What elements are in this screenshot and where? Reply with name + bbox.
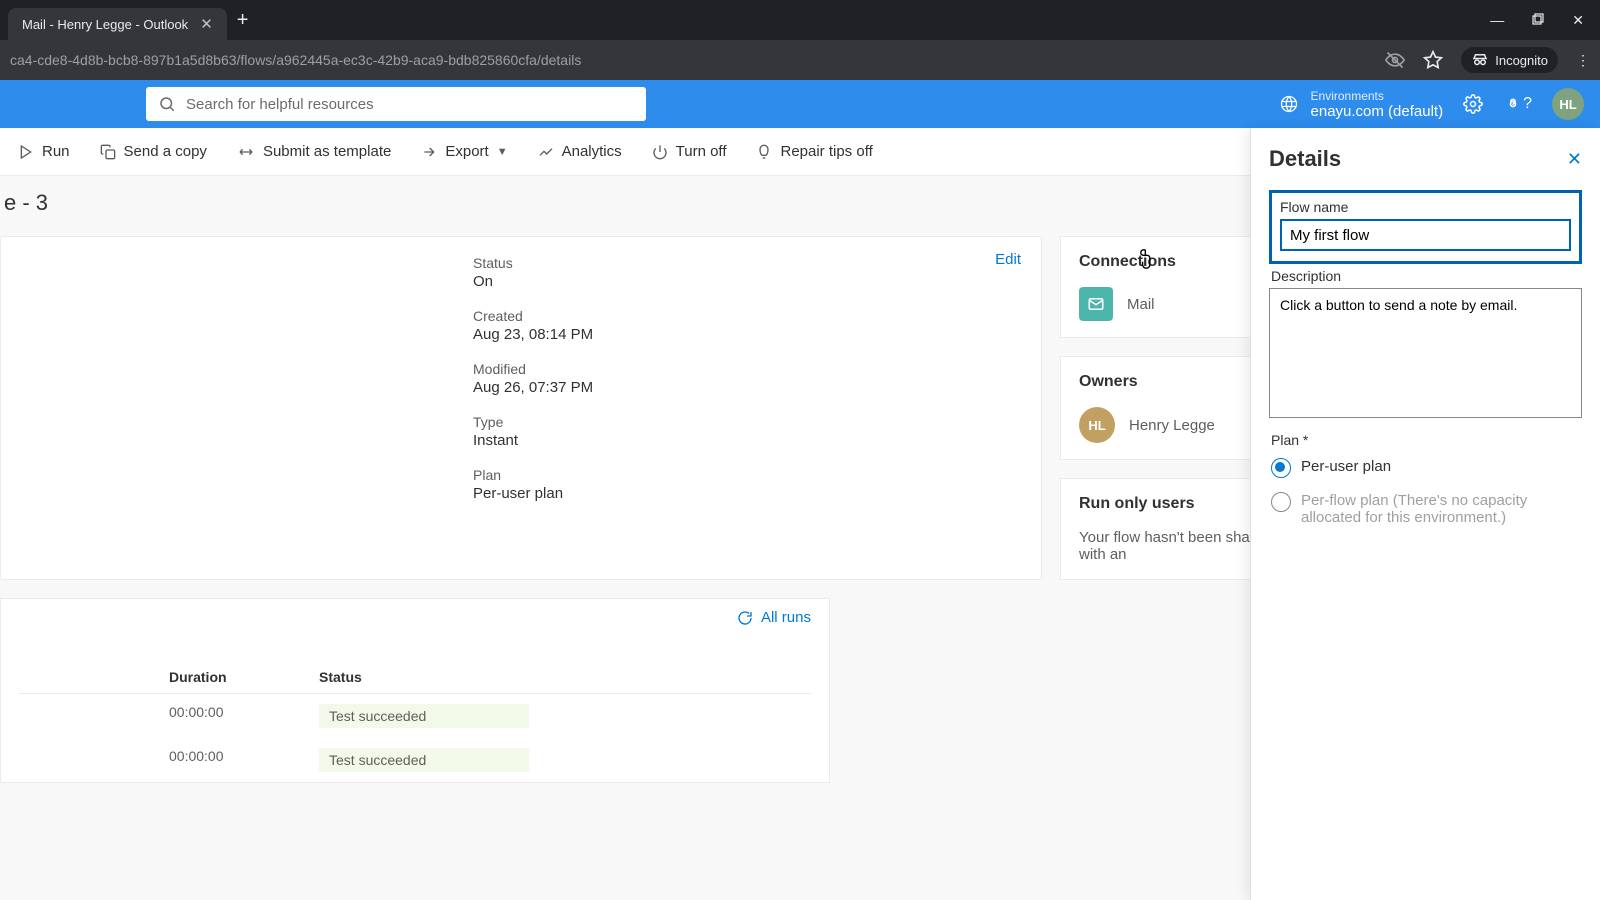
environment-picker[interactable]: Environments enayu.com (default) xyxy=(1279,89,1444,120)
owner-avatar: HL xyxy=(1079,407,1115,443)
export-button[interactable]: Export ▼ xyxy=(411,137,517,166)
description-input[interactable] xyxy=(1269,288,1582,418)
table-row[interactable]: 00:00:00 Test succeeded xyxy=(19,738,811,782)
window-controls: — ✕ xyxy=(1490,12,1592,29)
gear-icon[interactable] xyxy=(1463,94,1483,114)
status-label: Status xyxy=(473,255,1019,271)
connection-label: Mail xyxy=(1127,296,1155,313)
plan-option-per-user[interactable]: Per-user plan xyxy=(1269,458,1582,478)
submit-template-label: Submit as template xyxy=(263,143,391,160)
plan-value: Per-user plan xyxy=(473,485,1019,502)
created-label: Created xyxy=(473,308,1019,324)
close-panel-icon[interactable]: ✕ xyxy=(1567,149,1582,170)
cell-duration: 00:00:00 xyxy=(169,704,319,728)
owner-name: Henry Legge xyxy=(1129,417,1215,434)
details-panel: Details ✕ Flow name Description Plan * P… xyxy=(1250,128,1600,900)
runs-header-row: Duration Status xyxy=(19,661,811,694)
all-runs-label: All runs xyxy=(761,609,811,626)
chevron-down-icon: ▼ xyxy=(497,146,508,158)
flow-name-input[interactable] xyxy=(1280,219,1571,251)
all-runs-button[interactable]: All runs xyxy=(737,609,811,626)
modified-label: Modified xyxy=(473,361,1019,377)
search-input[interactable]: Search for helpful resources xyxy=(146,87,646,121)
cell-status: Test succeeded xyxy=(319,704,529,728)
panel-title: Details xyxy=(1269,146,1341,172)
flow-name-label: Flow name xyxy=(1280,199,1571,215)
incognito-indicator[interactable]: Incognito xyxy=(1461,47,1558,73)
plan-label: Plan xyxy=(473,467,1019,483)
created-value: Aug 23, 08:14 PM xyxy=(473,326,1019,343)
send-copy-label: Send a copy xyxy=(124,143,207,160)
send-copy-button[interactable]: Send a copy xyxy=(90,137,217,166)
col-status: Status xyxy=(319,669,759,685)
search-placeholder: Search for helpful resources xyxy=(186,96,374,113)
cell-duration: 00:00:00 xyxy=(169,748,319,772)
radio-icon[interactable] xyxy=(1271,492,1291,512)
cell-status: Test succeeded xyxy=(319,748,529,772)
main-content: e - 3 Edit Status On Created Aug 23, 08:… xyxy=(0,176,1600,900)
minimize-icon[interactable]: — xyxy=(1490,12,1504,29)
analytics-button[interactable]: Analytics xyxy=(528,137,632,166)
browser-tab-strip: Mail - Henry Legge - Outlook ✕ + — ✕ xyxy=(0,0,1600,40)
radio-label: Per-user plan xyxy=(1301,458,1391,475)
maximize-icon[interactable] xyxy=(1532,12,1544,29)
type-value: Instant xyxy=(473,432,1019,449)
env-label: Environments xyxy=(1311,89,1444,103)
address-bar: ca4-cde8-4d8b-bcb8-897b1a5d8b63/flows/a9… xyxy=(0,40,1600,80)
edit-button[interactable]: Edit xyxy=(995,251,1021,268)
analytics-label: Analytics xyxy=(562,143,622,160)
description-label: Description xyxy=(1271,268,1582,284)
repair-tips-label: Repair tips off xyxy=(780,143,872,160)
avatar[interactable]: HL xyxy=(1552,88,1584,120)
env-value: enayu.com (default) xyxy=(1311,103,1444,120)
turn-off-label: Turn off xyxy=(676,143,727,160)
plan-label: Plan * xyxy=(1271,432,1582,448)
app-header: Search for helpful resources Environment… xyxy=(0,80,1600,128)
help-icon[interactable]: ? xyxy=(1503,94,1532,114)
type-label: Type xyxy=(473,414,1019,430)
radio-label: Per-flow plan (There's no capacity alloc… xyxy=(1301,492,1582,526)
mail-icon xyxy=(1079,287,1113,321)
close-window-icon[interactable]: ✕ xyxy=(1572,12,1584,29)
eye-off-icon[interactable] xyxy=(1385,50,1405,70)
col-duration: Duration xyxy=(169,669,319,685)
url-text[interactable]: ca4-cde8-4d8b-bcb8-897b1a5d8b63/flows/a9… xyxy=(10,52,1385,68)
export-label: Export xyxy=(445,143,488,160)
turn-off-button[interactable]: Turn off xyxy=(642,137,737,166)
status-value: On xyxy=(473,273,1019,290)
submit-template-button[interactable]: Submit as template xyxy=(227,137,401,166)
flow-name-field-highlight: Flow name xyxy=(1269,190,1582,264)
run-button[interactable]: Run xyxy=(8,137,80,166)
repair-tips-button[interactable]: Repair tips off xyxy=(746,137,882,166)
details-card: Edit Status On Created Aug 23, 08:14 PM … xyxy=(0,236,1042,580)
table-row[interactable]: 00:00:00 Test succeeded xyxy=(19,694,811,738)
plan-option-per-flow[interactable]: Per-flow plan (There's no capacity alloc… xyxy=(1269,492,1582,526)
radio-icon[interactable] xyxy=(1271,458,1291,478)
runs-card: All runs Duration Status 00:00:00 Test s… xyxy=(0,598,830,783)
star-icon[interactable] xyxy=(1423,50,1443,70)
browser-menu-icon[interactable]: ⋮ xyxy=(1576,52,1590,69)
new-tab-button[interactable]: + xyxy=(237,9,249,32)
incognito-label: Incognito xyxy=(1495,53,1548,68)
environment-icon xyxy=(1279,94,1299,114)
close-icon[interactable]: ✕ xyxy=(200,15,213,33)
run-label: Run xyxy=(42,143,70,160)
browser-tab[interactable]: Mail - Henry Legge - Outlook ✕ xyxy=(8,8,227,40)
modified-value: Aug 26, 07:37 PM xyxy=(473,379,1019,396)
tab-title: Mail - Henry Legge - Outlook xyxy=(22,17,188,32)
